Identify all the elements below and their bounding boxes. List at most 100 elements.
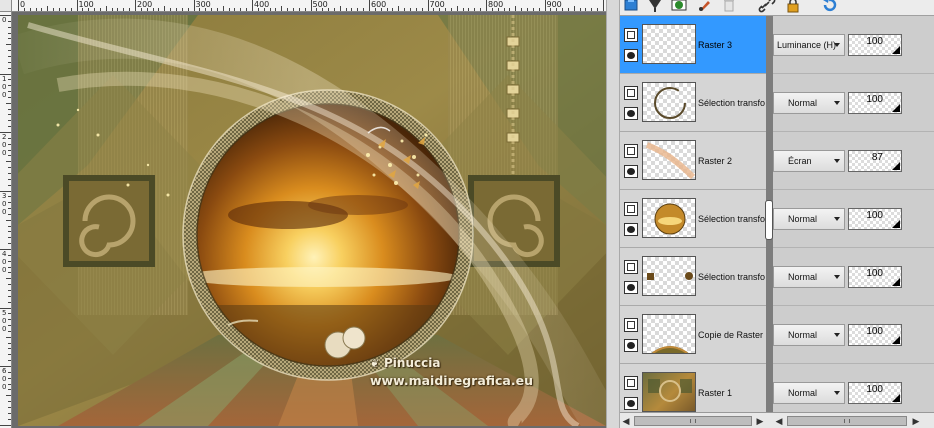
layer-row[interactable]: Raster 2 Écran 87 xyxy=(620,132,934,190)
scroll-left-icon[interactable]: ◀ xyxy=(620,414,632,428)
ruler-tick xyxy=(158,8,160,11)
blend-mode-select[interactable]: Normal xyxy=(773,324,845,346)
blend-mode-select[interactable]: Normal xyxy=(773,382,845,404)
ruler-label-digit: 0 xyxy=(2,324,7,333)
layer-row-left[interactable]: Sélection transfo xyxy=(620,248,766,306)
layer-row[interactable]: Sélection transfo Normal 100 xyxy=(620,74,934,132)
splitter-handle[interactable] xyxy=(765,200,773,240)
ruler-tick xyxy=(404,8,406,11)
layer-group-toggle-icon[interactable] xyxy=(624,202,638,216)
layer-name[interactable]: Copie de Raster 1 xyxy=(698,306,766,364)
layer-row-left[interactable]: Sélection transfo xyxy=(620,190,766,248)
delete-icon[interactable] xyxy=(720,0,738,13)
layer-row[interactable]: Sélection transfo Normal 100 xyxy=(620,248,934,306)
mask-icon[interactable] xyxy=(670,0,688,13)
eye-icon[interactable] xyxy=(624,165,638,178)
layer-group-toggle-icon[interactable] xyxy=(624,260,638,274)
ruler-label-digit: 0 xyxy=(2,90,7,99)
opacity-field[interactable]: 100 xyxy=(848,324,902,346)
layer-row-left[interactable]: Copie de Raster 1 xyxy=(620,306,766,364)
layer-row-left[interactable]: Sélection transfo xyxy=(620,74,766,132)
new-layer-icon[interactable] xyxy=(622,0,640,13)
scroll-left-icon[interactable]: ◀ xyxy=(773,414,785,428)
image-canvas[interactable]: ❦ Pinuccia www.maidiregrafica.eu xyxy=(18,15,606,426)
layer-row-properties: Écran 87 xyxy=(773,132,934,190)
opacity-slider-icon[interactable] xyxy=(892,220,900,228)
opacity-slider-icon[interactable] xyxy=(892,46,900,54)
link-icon[interactable] xyxy=(758,0,776,13)
lock-icon[interactable] xyxy=(784,0,802,13)
opacity-field[interactable]: 100 xyxy=(848,382,902,404)
blend-mode-select[interactable]: Normal xyxy=(773,266,845,288)
opacity-field[interactable]: 100 xyxy=(848,34,902,56)
layer-row-left[interactable]: Raster 2 xyxy=(620,132,766,190)
layer-group-toggle-icon[interactable] xyxy=(624,376,638,390)
ruler-tick xyxy=(298,8,300,11)
ruler-label-digit: 3 xyxy=(2,191,7,200)
ruler-tick xyxy=(8,330,11,332)
eye-icon[interactable] xyxy=(624,223,638,236)
layer-name[interactable]: Raster 1 xyxy=(698,364,766,412)
opacity-slider-icon[interactable] xyxy=(892,104,900,112)
blend-mode-select[interactable]: Écran xyxy=(773,150,845,172)
layer-thumbnail xyxy=(642,82,696,122)
ruler-tick xyxy=(6,161,11,163)
ruler-tick xyxy=(8,313,11,315)
ruler-tick xyxy=(8,325,11,327)
layer-row[interactable]: Raster 3 Luminance (H) 100 xyxy=(620,16,934,74)
scroll-right-icon[interactable]: ▶ xyxy=(910,414,922,428)
layer-row-left[interactable]: Raster 3 xyxy=(620,16,766,74)
ruler-tick xyxy=(105,6,107,11)
ruler-corner xyxy=(0,0,12,12)
brush-icon[interactable] xyxy=(696,0,714,13)
layer-name[interactable]: Raster 3 xyxy=(698,16,766,74)
layer-group-toggle-icon[interactable] xyxy=(624,144,638,158)
layer-names-scrollbar-thumb[interactable] xyxy=(634,416,752,426)
panel-divider[interactable] xyxy=(606,0,620,428)
layer-thumbnail xyxy=(642,198,696,238)
ruler-tick xyxy=(0,424,11,426)
eye-icon[interactable] xyxy=(624,397,638,410)
eye-icon[interactable] xyxy=(624,339,638,352)
chevron-down-icon xyxy=(834,391,840,395)
opacity-field[interactable]: 87 xyxy=(848,150,902,172)
eye-icon[interactable] xyxy=(624,281,638,294)
eye-icon[interactable] xyxy=(624,107,638,120)
ruler-tick xyxy=(339,6,341,11)
layer-name[interactable]: Sélection transfo xyxy=(698,190,766,248)
opacity-field[interactable]: 100 xyxy=(848,208,902,230)
blend-mode-select[interactable]: Luminance (H) xyxy=(773,34,845,56)
scroll-right-icon[interactable]: ▶ xyxy=(754,414,766,428)
leaf-icon: ❦ xyxy=(370,357,380,370)
eye-icon[interactable] xyxy=(624,49,638,62)
layer-row-left[interactable]: Raster 1 xyxy=(620,364,766,412)
layer-group-toggle-icon[interactable] xyxy=(624,28,638,42)
ruler-tick xyxy=(503,8,505,11)
ruler-tick xyxy=(6,102,11,104)
ruler-tick xyxy=(8,377,11,379)
layer-group-toggle-icon[interactable] xyxy=(624,86,638,100)
opacity-slider-icon[interactable] xyxy=(892,278,900,286)
layer-name[interactable]: Sélection transfo xyxy=(698,74,766,132)
blend-mode-select[interactable]: Normal xyxy=(773,92,845,114)
layer-row[interactable]: Copie de Raster 1 Normal 100 xyxy=(620,306,934,364)
opacity-slider-icon[interactable] xyxy=(892,162,900,170)
layer-group-toggle-icon[interactable] xyxy=(624,318,638,332)
merge-icon[interactable] xyxy=(646,0,664,13)
undo-icon[interactable] xyxy=(820,0,838,13)
layer-row[interactable]: Sélection transfo Normal 100 xyxy=(620,190,934,248)
layer-properties-scrollbar-thumb[interactable] xyxy=(787,416,907,426)
opacity-field[interactable]: 100 xyxy=(848,92,902,114)
ruler-tick xyxy=(597,8,599,11)
blend-mode-value: Normal xyxy=(788,330,818,340)
layer-name[interactable]: Sélection transfo xyxy=(698,248,766,306)
ruler-tick xyxy=(8,342,11,344)
blend-mode-select[interactable]: Normal xyxy=(773,208,845,230)
opacity-slider-icon[interactable] xyxy=(892,394,900,402)
opacity-field[interactable]: 100 xyxy=(848,266,902,288)
layer-row[interactable]: Raster 1 Normal 100 xyxy=(620,364,934,412)
layer-name[interactable]: Raster 2 xyxy=(698,132,766,190)
opacity-slider-icon[interactable] xyxy=(892,336,900,344)
watermark: ❦ Pinuccia www.maidiregrafica.eu xyxy=(370,355,533,389)
ruler-label: 900 xyxy=(546,0,562,9)
